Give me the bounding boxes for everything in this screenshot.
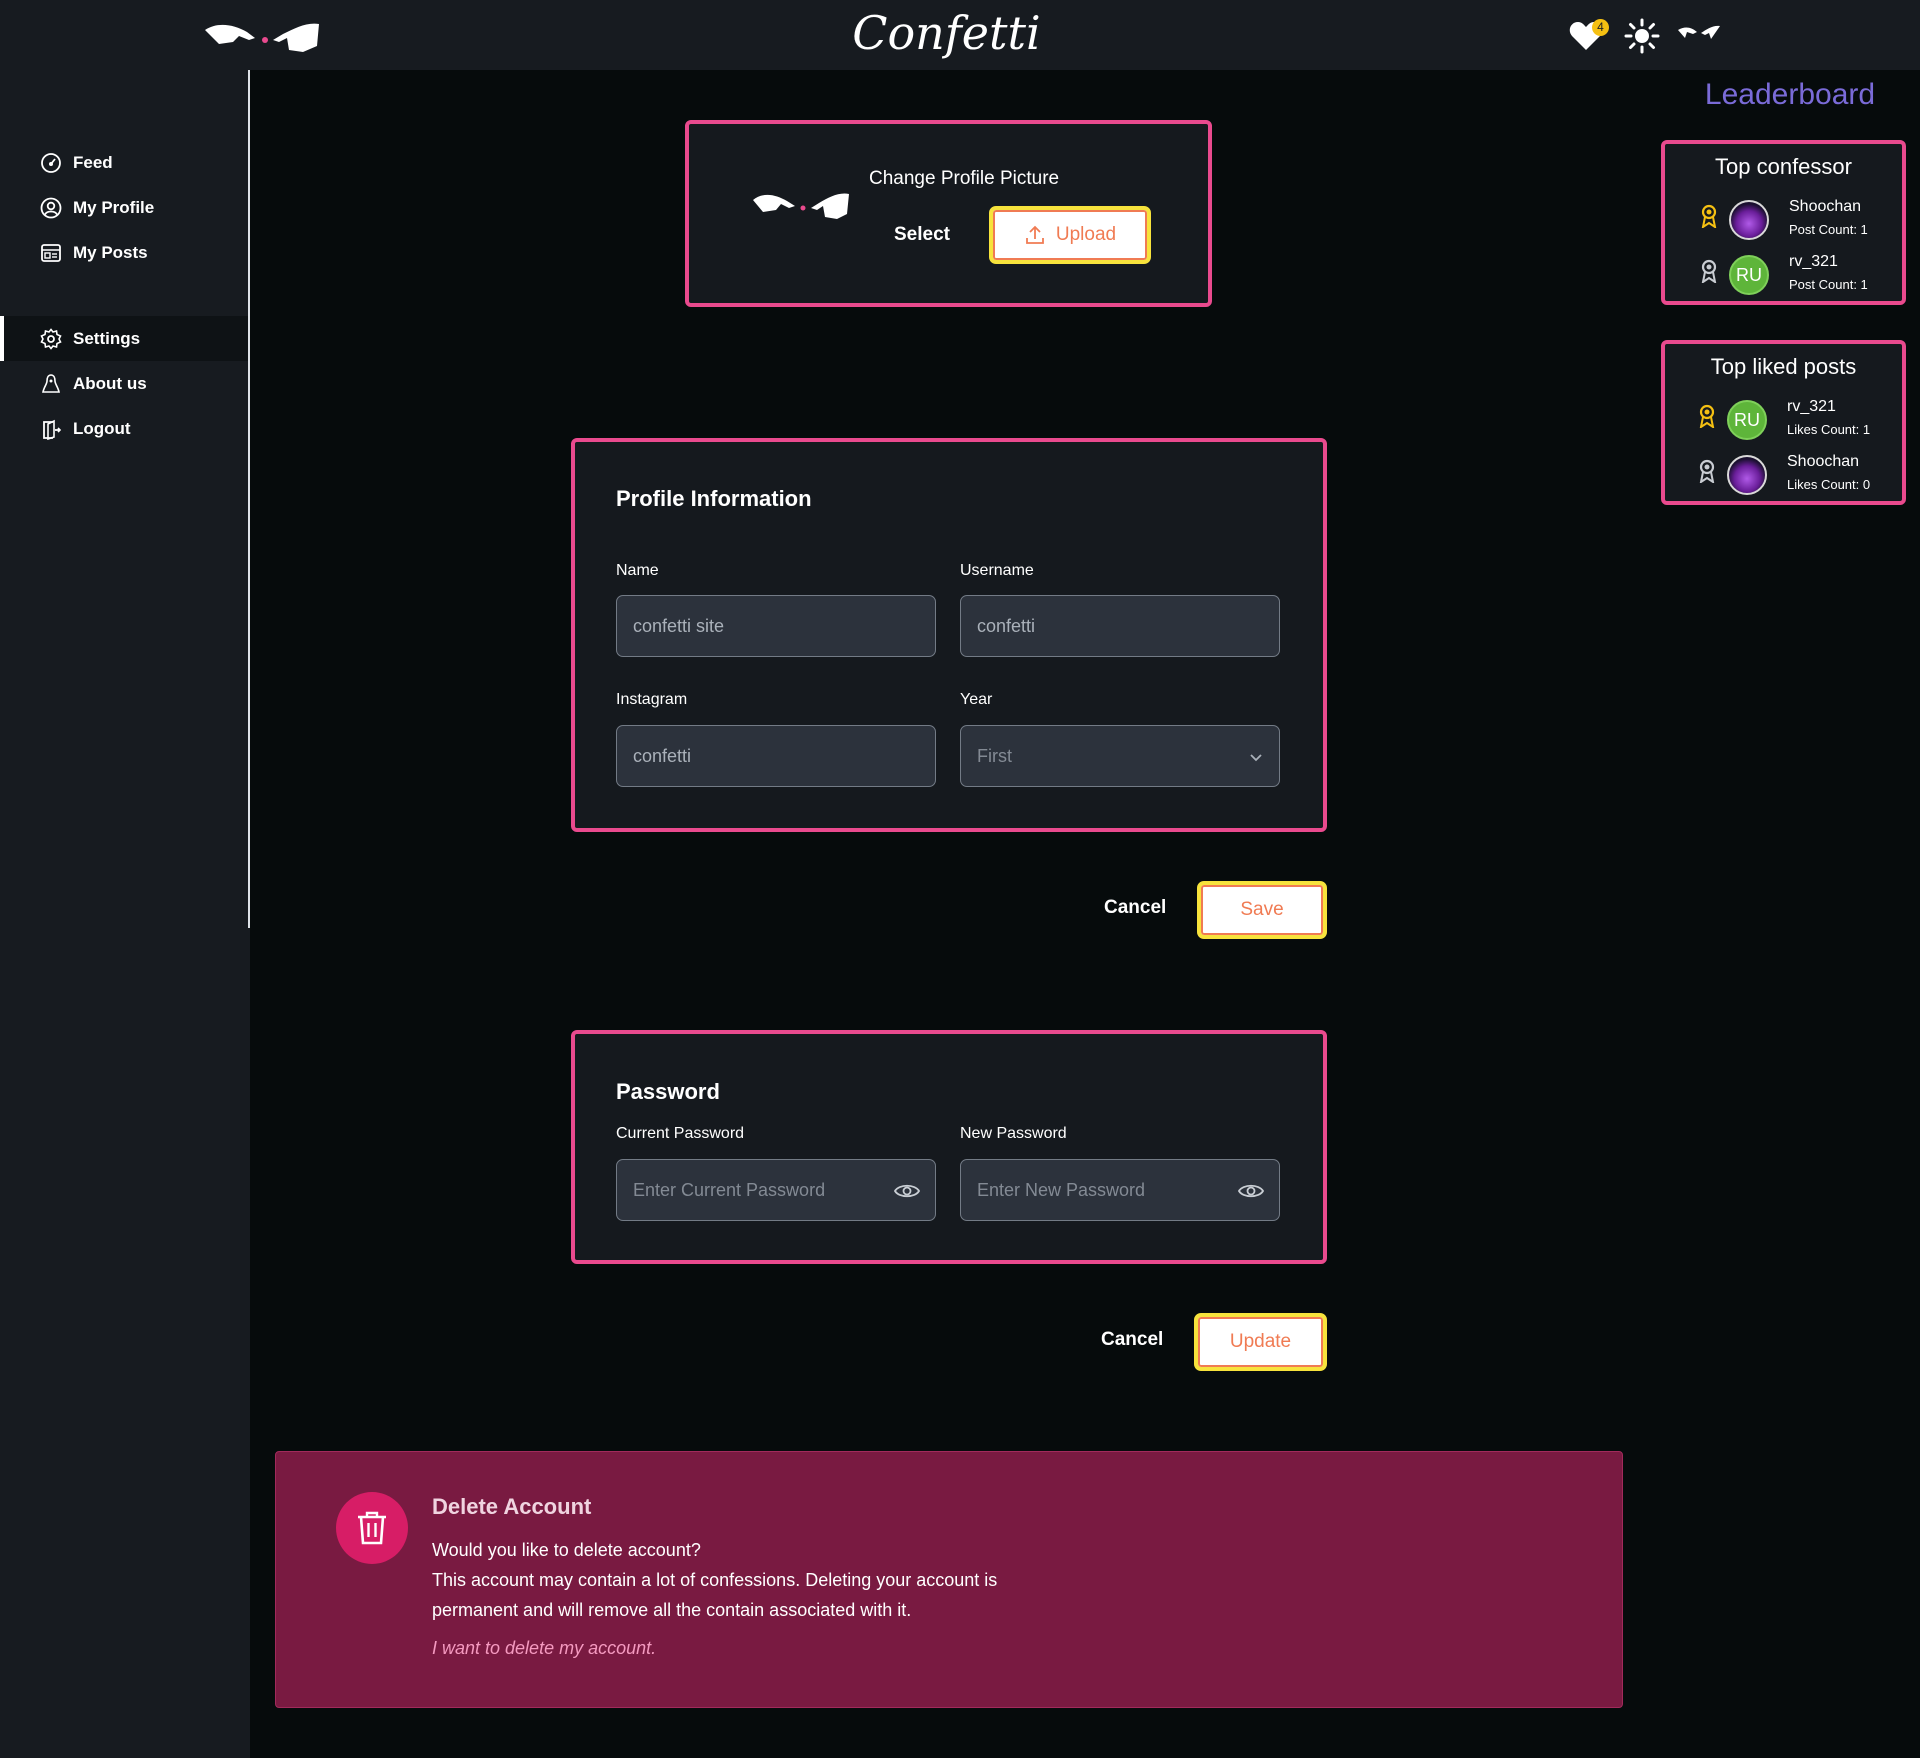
name-label: Name xyxy=(616,562,659,579)
notification-badge: 4 xyxy=(1592,19,1609,36)
leaderboard-entry[interactable]: RU rv_321 Likes Count: 1 xyxy=(1665,398,1902,450)
leaderboard-count: Post Count: 1 xyxy=(1789,222,1868,237)
posts-icon xyxy=(41,243,61,262)
leaderboard-entry[interactable]: Shoochan Post Count: 1 xyxy=(1665,198,1902,250)
sidebar-item-logout[interactable]: Logout xyxy=(0,406,248,451)
sun-icon[interactable] xyxy=(1624,18,1660,54)
avatar: RU xyxy=(1727,400,1767,440)
leaderboard-count: Post Count: 1 xyxy=(1789,277,1868,292)
avatar xyxy=(1727,455,1767,495)
silver-medal-icon xyxy=(1699,459,1715,483)
gauge-icon xyxy=(41,152,61,173)
sidebar-item-label: About us xyxy=(73,373,147,393)
profile-avatar-icon[interactable] xyxy=(1677,20,1721,46)
top-confessor-card: Top confessor Shoochan Post Count: 1 RU … xyxy=(1661,140,1906,305)
year-select[interactable]: First xyxy=(960,725,1280,787)
sidebar-item-my-posts[interactable]: My Posts xyxy=(0,230,248,275)
update-button[interactable]: Update xyxy=(1194,1313,1327,1371)
about-icon xyxy=(42,373,60,393)
gear-icon xyxy=(40,327,62,350)
save-button[interactable]: Save xyxy=(1197,881,1327,939)
leaderboard-name: rv_321 xyxy=(1789,253,1838,270)
top-liked-posts-heading: Top liked posts xyxy=(1710,354,1857,379)
sidebar-item-label: My Posts xyxy=(73,242,148,262)
new-password-placeholder: Enter New Password xyxy=(977,1179,1146,1200)
delete-account-link[interactable]: I want to delete my account. xyxy=(432,1638,656,1659)
password-heading: Password xyxy=(616,1079,720,1104)
sidebar-item-label: My Profile xyxy=(73,197,155,217)
eye-icon[interactable] xyxy=(893,1178,921,1204)
sidebar-item-label: Settings xyxy=(73,328,141,348)
profile-information-card: Profile Information Name confetti site U… xyxy=(571,438,1327,832)
chevron-down-icon xyxy=(1250,754,1262,762)
current-password-field[interactable]: Enter Current Password xyxy=(616,1159,936,1221)
sidebar: Feed My Profile My Posts Settings About … xyxy=(0,70,250,1758)
top-bar: Confetti 4 xyxy=(0,0,1920,70)
sidebar-divider xyxy=(248,70,250,928)
logout-icon xyxy=(43,419,62,440)
instagram-field[interactable]: confetti xyxy=(616,725,936,787)
profile-information-heading: Profile Information xyxy=(616,486,812,511)
silver-medal-icon xyxy=(1701,259,1717,283)
delete-account-panel: Delete Account Would you like to delete … xyxy=(275,1451,1623,1708)
sidebar-item-feed[interactable]: Feed xyxy=(0,140,248,185)
eye-icon[interactable] xyxy=(1237,1178,1265,1204)
new-password-label: New Password xyxy=(960,1125,1067,1142)
profile-picture-title: Change Profile Picture xyxy=(869,168,1060,189)
leaderboard-count: Likes Count: 0 xyxy=(1787,477,1871,492)
instagram-label: Instagram xyxy=(616,691,688,708)
leaderboard-count: Likes Count: 1 xyxy=(1787,422,1871,437)
trash-icon xyxy=(358,1511,386,1545)
upload-button[interactable]: Upload xyxy=(989,206,1151,264)
username-field[interactable]: confetti xyxy=(960,595,1280,657)
brand-title[interactable]: Confetti xyxy=(0,6,1893,60)
user-circle-icon xyxy=(40,197,62,218)
gold-medal-icon xyxy=(1701,204,1717,228)
leaderboard-name: rv_321 xyxy=(1787,398,1836,415)
current-password-placeholder: Enter Current Password xyxy=(633,1179,826,1200)
avatar: RU xyxy=(1729,255,1769,295)
sidebar-item-settings[interactable]: Settings xyxy=(0,316,248,361)
profile-picture-preview xyxy=(753,193,849,219)
delete-account-question: Would you like to delete account? xyxy=(432,1540,701,1560)
gold-medal-icon xyxy=(1699,404,1715,428)
select-button[interactable]: Select xyxy=(894,224,950,246)
avatar xyxy=(1729,200,1769,240)
sidebar-item-label: Logout xyxy=(73,418,131,438)
name-field[interactable]: confetti site xyxy=(616,595,936,657)
upload-icon xyxy=(1025,225,1044,244)
sidebar-item-about-us[interactable]: About us xyxy=(0,361,248,406)
password-cancel-button[interactable]: Cancel xyxy=(1101,1329,1163,1351)
username-label: Username xyxy=(960,562,1034,579)
profile-cancel-button[interactable]: Cancel xyxy=(1104,897,1166,919)
top-confessor-heading: Top confessor xyxy=(1715,154,1852,179)
current-password-label: Current Password xyxy=(616,1125,745,1142)
profile-picture-card: Change Profile Picture Select Upload xyxy=(685,120,1212,307)
delete-account-warning-line-2: permanent and will remove all the contai… xyxy=(432,1600,912,1620)
upload-label: Upload xyxy=(1055,224,1117,245)
leaderboard-entry[interactable]: RU rv_321 Post Count: 1 xyxy=(1665,253,1902,305)
sidebar-item-my-profile[interactable]: My Profile xyxy=(0,185,248,230)
top-liked-posts-card: Top liked posts RU rv_321 Likes Count: 1… xyxy=(1661,340,1906,505)
sidebar-item-label: Feed xyxy=(73,152,113,172)
delete-account-title: Delete Account xyxy=(432,1494,592,1519)
year-select-value: First xyxy=(977,745,1012,766)
year-label: Year xyxy=(960,691,993,708)
new-password-field[interactable]: Enter New Password xyxy=(960,1159,1280,1221)
leaderboard-name: Shoochan xyxy=(1789,198,1862,215)
leaderboard-entry[interactable]: Shoochan Likes Count: 0 xyxy=(1665,453,1902,505)
leaderboard-name: Shoochan xyxy=(1787,453,1860,470)
trash-badge xyxy=(336,1492,408,1564)
password-card: Password Current Password Enter Current … xyxy=(571,1030,1327,1264)
leaderboard-title: Leaderboard xyxy=(1704,78,1876,111)
delete-account-warning-line-1: This account may contain a lot of confes… xyxy=(432,1570,998,1590)
